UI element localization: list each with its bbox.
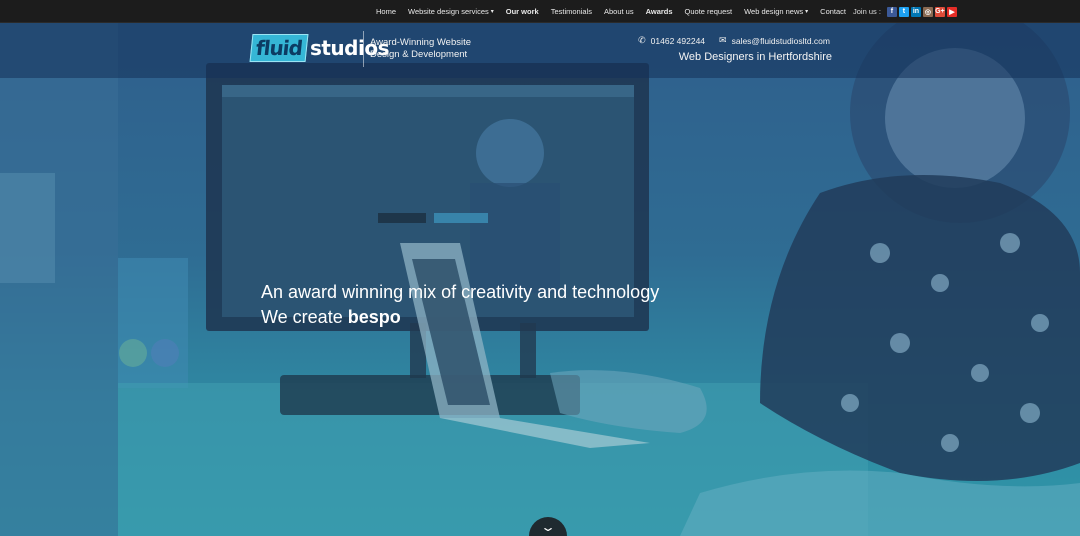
nav-item-contact[interactable]: Contact [820, 7, 846, 16]
nav-item-about-us[interactable]: About us [604, 7, 634, 16]
phone-icon: ✆ [638, 35, 646, 45]
googleplus-icon[interactable]: G+ [934, 6, 945, 17]
nav-item-home[interactable]: Home [376, 7, 396, 16]
email-link[interactable]: ✉ sales@fluidstudiosltd.com [719, 35, 830, 46]
youtube-icon[interactable]: ▶ [946, 6, 957, 17]
social-links: Join us : f t in ◎ G+ ▶ [853, 0, 957, 23]
nav-item-testimonials[interactable]: Testimonials [551, 7, 592, 16]
hero-section: fluid studios Award-Winning Website Desi… [0, 23, 1080, 536]
tagline-line-1: Award-Winning Website [370, 37, 472, 48]
hero-typed-word: bespo [347, 307, 401, 327]
logo-fluid-mark: fluid [249, 34, 309, 62]
contact-info: ✆ 01462 492244 ✉ sales@fluidstudiosltd.c… [624, 35, 830, 46]
twitter-icon[interactable]: t [898, 6, 909, 17]
phone-number: 01462 492244 [650, 35, 706, 46]
logo-divider [363, 31, 364, 67]
nav-item-label: Testimonials [550, 7, 592, 16]
hero-line-1: An award winning mix of creativity and t… [261, 282, 660, 302]
envelope-icon: ✉ [719, 35, 727, 45]
nav-item-label: Quote request [684, 7, 733, 16]
header-subtitle: Web Designers in Hertfordshire [678, 51, 832, 63]
nav-item-label: Web design news [744, 7, 804, 16]
nav-item-label: Home [376, 7, 397, 16]
facebook-icon[interactable]: f [886, 6, 897, 17]
top-bar: Home Website design services ▾ Our work Test… [0, 0, 1080, 23]
nav-item-quote-request[interactable]: Quote request [685, 7, 733, 16]
hero-line-2: We create bespo [261, 305, 659, 330]
nav-item-website-design-services[interactable]: Website design services ▾ [408, 7, 494, 16]
nav-item-label: Contact [820, 7, 847, 16]
email-address: sales@fluidstudiosltd.com [731, 35, 830, 46]
hero-line-2-prefix: We create [261, 307, 348, 327]
tagline-line-2: Design & Development [370, 49, 468, 60]
nav-item-label: Our work [505, 7, 539, 16]
nav-item-web-design-news[interactable]: Web design news ▾ [744, 7, 808, 16]
nav-item-label: Website design services [408, 7, 489, 16]
chevron-down-icon: ⌄ [539, 520, 557, 534]
site-header: fluid studios Award-Winning Website Desi… [0, 23, 1080, 78]
caret-down-icon: ▾ [490, 9, 494, 15]
nav-item-label: About us [603, 7, 634, 16]
fluid-studios-logo[interactable]: fluid studios [249, 34, 390, 62]
phone-link[interactable]: ✆ 01462 492244 [638, 35, 705, 46]
nav-item-awards[interactable]: Awards [646, 7, 673, 16]
main-nav: Home Website design services ▾ Our work Test… [370, 0, 852, 23]
caret-down-icon: ▾ [805, 9, 809, 15]
logo-tagline: Award-Winning Website Design & Developme… [370, 37, 471, 61]
instagram-icon[interactable]: ◎ [922, 6, 933, 17]
join-us-label: Join us : [853, 7, 881, 16]
nav-item-label: Awards [645, 7, 673, 16]
nav-item-our-work[interactable]: Our work [506, 7, 539, 16]
linkedin-icon[interactable]: in [910, 6, 921, 17]
hero-headline: An award winning mix of creativity and t… [261, 280, 659, 330]
